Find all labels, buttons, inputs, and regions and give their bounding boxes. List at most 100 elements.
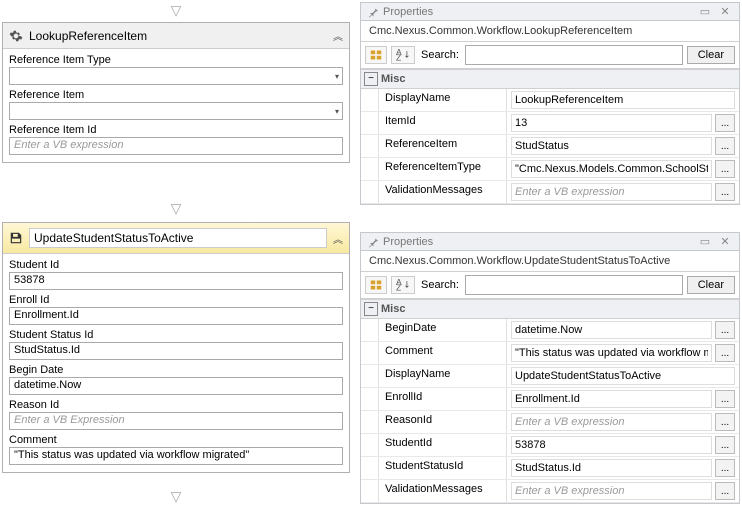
categorize-button[interactable] [365, 46, 387, 64]
row-gutter [361, 342, 379, 364]
lookup-panel-title: LookupReferenceItem [29, 29, 327, 43]
ellipsis-button[interactable]: ... [715, 413, 735, 431]
collapse-icon[interactable]: ︽ [333, 28, 343, 43]
flow-arrow-bottom: ▽ [2, 488, 350, 504]
sort-az-button[interactable]: AZ [391, 46, 415, 64]
property-value-input[interactable] [511, 367, 735, 385]
ref-id-input[interactable]: Enter a VB expression [9, 137, 343, 155]
property-value-input[interactable] [511, 114, 712, 132]
ref-item-dropdown[interactable]: ▾ [9, 102, 343, 120]
property-row: ValidationMessages... [361, 480, 739, 503]
property-name: Comment [379, 342, 507, 364]
property-value-input[interactable] [511, 137, 712, 155]
property-name: ValidationMessages [379, 181, 507, 203]
update-panel-title-input[interactable] [29, 228, 327, 248]
group-misc-label: Misc [381, 71, 405, 87]
clear-button[interactable]: Clear [687, 276, 735, 294]
property-name: ValidationMessages [379, 480, 507, 502]
property-value-input[interactable] [511, 459, 712, 477]
flow-arrow-top: ▽ [2, 2, 350, 18]
reason-id-input[interactable]: Enter a VB Expression [9, 412, 343, 430]
row-gutter [361, 480, 379, 502]
property-row: StudentId... [361, 434, 739, 457]
property-value-cell: ... [507, 388, 739, 410]
reason-id-label: Reason Id [9, 398, 343, 412]
student-status-id-label: Student Status Id [9, 328, 343, 342]
comment-input[interactable]: "This status was updated via workflow mi… [9, 447, 343, 465]
categorize-button[interactable] [365, 276, 387, 294]
group-collapse-icon[interactable]: − [364, 72, 378, 86]
property-value-input[interactable] [511, 482, 712, 500]
ellipsis-button[interactable]: ... [715, 160, 735, 178]
row-gutter [361, 158, 379, 180]
properties-titlebar[interactable]: Properties ▭ ✕ [361, 3, 739, 21]
ellipsis-button[interactable]: ... [715, 114, 735, 132]
properties-title-text: Properties [383, 236, 693, 248]
property-value-input[interactable] [511, 321, 712, 339]
group-collapse-icon[interactable]: − [364, 302, 378, 316]
update-student-status-panel[interactable]: ︽ Student Id 53878 Enroll Id Enrollment.… [2, 222, 350, 473]
property-value-input[interactable] [511, 436, 712, 454]
lookup-reference-item-panel[interactable]: LookupReferenceItem ︽ Reference Item Typ… [2, 22, 350, 163]
enroll-id-input[interactable]: Enrollment.Id [9, 307, 343, 325]
ellipsis-button[interactable]: ... [715, 459, 735, 477]
property-value-input[interactable] [511, 344, 712, 362]
ref-item-label: Reference Item [9, 88, 343, 102]
comment-label: Comment [9, 433, 343, 447]
property-value-input[interactable] [511, 160, 712, 178]
group-misc[interactable]: − Misc [361, 299, 739, 319]
ellipsis-button[interactable]: ... [715, 183, 735, 201]
ellipsis-button[interactable]: ... [715, 436, 735, 454]
property-value-cell: ... [507, 457, 739, 479]
property-value-cell: ... [507, 480, 739, 502]
row-gutter [361, 388, 379, 410]
row-gutter [361, 434, 379, 456]
ellipsis-button[interactable]: ... [715, 482, 735, 500]
ellipsis-button[interactable]: ... [715, 321, 735, 339]
minimize-icon[interactable]: ▭ [697, 235, 713, 248]
clear-button[interactable]: Clear [687, 46, 735, 64]
property-value-input[interactable] [511, 91, 735, 109]
group-misc[interactable]: − Misc [361, 69, 739, 89]
property-value-input[interactable] [511, 413, 712, 431]
search-input[interactable] [465, 45, 683, 65]
search-input[interactable] [465, 275, 683, 295]
minimize-icon[interactable]: ▭ [697, 5, 713, 18]
update-panel-header[interactable]: ︽ [3, 223, 349, 254]
properties-toolbar: AZ Search: Clear [361, 42, 739, 69]
property-row: DisplayName [361, 89, 739, 112]
ref-type-dropdown[interactable]: ▾ [9, 67, 343, 85]
row-gutter [361, 181, 379, 203]
property-value-input[interactable] [511, 390, 712, 408]
collapse-icon[interactable]: ︽ [333, 231, 343, 246]
close-icon[interactable]: ✕ [717, 5, 733, 18]
properties-titlebar[interactable]: Properties ▭ ✕ [361, 233, 739, 251]
row-gutter [361, 365, 379, 387]
save-icon [9, 231, 23, 245]
property-row: BeginDate... [361, 319, 739, 342]
property-row: ValidationMessages... [361, 181, 739, 204]
property-value-input[interactable] [511, 183, 712, 201]
begin-date-input[interactable]: datetime.Now [9, 377, 343, 395]
search-label: Search: [419, 49, 461, 61]
qualified-type-name: Cmc.Nexus.Common.Workflow.UpdateStudentS… [361, 251, 739, 272]
flow-arrow-mid: ▽ [2, 200, 350, 216]
row-gutter [361, 319, 379, 341]
close-icon[interactable]: ✕ [717, 235, 733, 248]
student-id-input[interactable]: 53878 [9, 272, 343, 290]
sort-az-button[interactable]: AZ [391, 276, 415, 294]
property-row: ReasonId... [361, 411, 739, 434]
property-row: DisplayName [361, 365, 739, 388]
ellipsis-button[interactable]: ... [715, 390, 735, 408]
property-row: StudentStatusId... [361, 457, 739, 480]
row-gutter [361, 411, 379, 433]
student-status-id-input[interactable]: StudStatus.Id [9, 342, 343, 360]
qualified-type-name: Cmc.Nexus.Common.Workflow.LookupReferenc… [361, 21, 739, 42]
ellipsis-button[interactable]: ... [715, 137, 735, 155]
lookup-panel-header[interactable]: LookupReferenceItem ︽ [3, 23, 349, 49]
pin-icon [367, 236, 379, 248]
property-grid: − Misc DisplayNameItemId...ReferenceItem… [361, 69, 739, 204]
group-misc-label: Misc [381, 301, 405, 317]
property-value-cell: ... [507, 434, 739, 456]
ellipsis-button[interactable]: ... [715, 344, 735, 362]
